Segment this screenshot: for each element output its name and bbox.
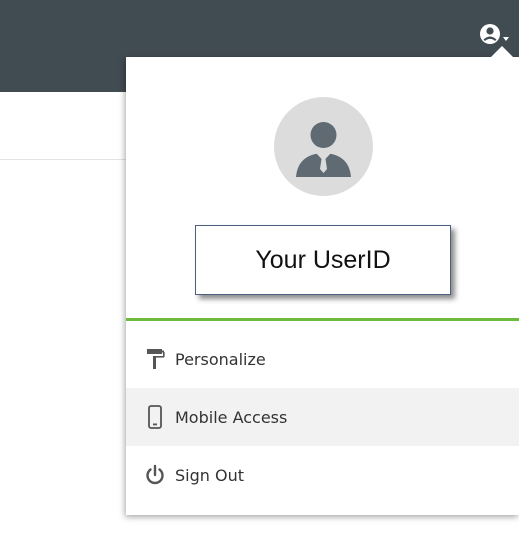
paint-roller-icon xyxy=(144,347,166,371)
menu-item-label: Personalize xyxy=(175,349,266,369)
user-id-label: Your UserID xyxy=(195,225,451,295)
dropdown-caret xyxy=(491,46,513,57)
user-menu-button[interactable] xyxy=(478,22,514,48)
menu-item-mobile-access[interactable]: Mobile Access xyxy=(126,388,519,446)
businessman-avatar-icon xyxy=(296,122,351,177)
page-divider xyxy=(0,159,128,160)
menu-item-sign-out[interactable]: Sign Out xyxy=(126,446,519,504)
menu-item-personalize[interactable]: Personalize xyxy=(126,330,519,388)
menu-item-label: Mobile Access xyxy=(175,407,288,427)
user-circle-icon xyxy=(480,24,509,44)
accent-divider xyxy=(126,318,519,321)
mobile-phone-icon xyxy=(144,405,166,429)
power-icon xyxy=(144,463,166,487)
user-avatar xyxy=(274,97,373,196)
chevron-down-icon xyxy=(503,37,509,41)
menu-item-label: Sign Out xyxy=(175,465,244,485)
